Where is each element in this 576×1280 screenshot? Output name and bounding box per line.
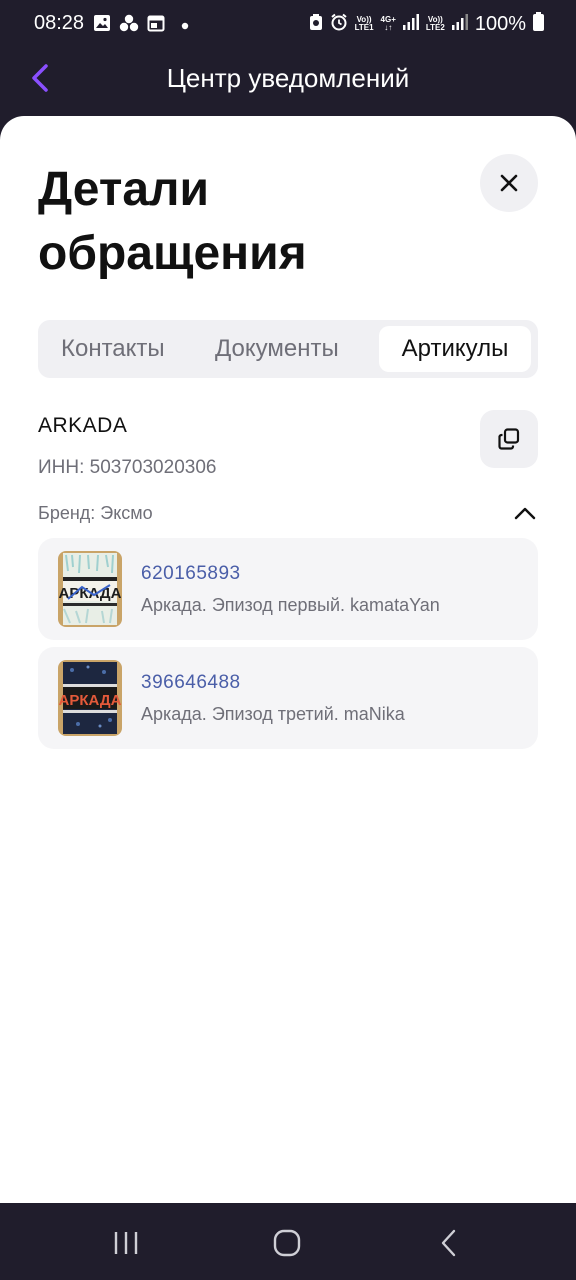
product-card[interactable]: АРКАДА 396646488 Аркада. Эпизод третий. …: [38, 647, 538, 749]
recent-apps-icon: [114, 1232, 138, 1254]
cover-title: АРКАДА: [59, 692, 122, 709]
app-header: Центр уведомлений: [0, 48, 576, 116]
brand-label: Бренд: Эксмо: [38, 503, 153, 523]
book-cover-image: АРКАДА: [58, 660, 122, 736]
system-back-button[interactable]: [429, 1227, 469, 1259]
sim2-label: Vo)) LTE2: [426, 16, 445, 32]
gallery-icon: [93, 14, 111, 37]
copy-button[interactable]: [480, 410, 538, 468]
sim1-bottom: LTE1: [354, 23, 374, 32]
tab-articles[interactable]: Артикулы: [379, 326, 531, 372]
tab-bar: Контакты Документы Артикулы: [38, 320, 538, 378]
copy-icon: [498, 428, 520, 450]
product-name: Аркада. Эпизод первый. kamataYan: [141, 595, 440, 615]
battery-percent: 100%: [474, 12, 526, 35]
status-time: 08:28: [34, 12, 85, 34]
page-title: Детали обращения: [38, 163, 307, 280]
book-cover-image: АРКАДА: [58, 551, 122, 627]
header-title: Центр уведомлений: [166, 63, 410, 93]
nav-back-icon: [441, 1229, 456, 1257]
status-right: Vo)) LTE1 4G+ ↓↑ Vo)) LTE2 100%: [309, 12, 544, 36]
data-saver-icon: [309, 13, 323, 36]
signal-icon: [451, 13, 468, 35]
recent-apps-button[interactable]: [106, 1227, 146, 1259]
home-button[interactable]: [267, 1227, 307, 1259]
seller-name: ARKADA: [38, 414, 128, 437]
notification-dot-icon: [181, 17, 189, 35]
network-4g-label: 4G+ ↓↑: [381, 16, 396, 32]
dots-cluster-icon: [119, 14, 139, 37]
status-bar: 08:28 Vo)) LTE1 4G+ ↓↑ Vo)) LTE2 100%: [0, 0, 576, 48]
battery-icon: [533, 12, 544, 36]
sim1-label: Vo)) LTE1: [355, 16, 374, 32]
tab-documents[interactable]: Документы: [215, 320, 339, 378]
tab-contacts[interactable]: Контакты: [61, 320, 165, 378]
product-sku-link[interactable]: 620165893: [141, 563, 241, 585]
calendar-icon: [147, 14, 165, 37]
status-left-icons: [93, 14, 189, 37]
brand-collapse-toggle[interactable]: [508, 498, 542, 528]
product-name: Аркада. Эпизод третий. maNika: [141, 704, 405, 724]
details-sheet: Детали обращения Контакты Документы Арти…: [0, 116, 576, 1203]
home-icon: [273, 1229, 301, 1257]
seller-inn: ИНН: 503703020306: [38, 457, 217, 478]
signal-icon: [402, 13, 419, 35]
close-button[interactable]: [480, 154, 538, 212]
arrows-icon: ↓↑: [384, 23, 393, 32]
product-sku-link[interactable]: 396646488: [141, 672, 241, 694]
chevron-up-icon: [514, 507, 536, 520]
close-icon: [500, 174, 518, 192]
product-card[interactable]: АРКАДА 620165893 Аркада. Эпизод первый. …: [38, 538, 538, 640]
system-nav-bar: [0, 1203, 576, 1280]
sim2-bottom: LTE2: [425, 23, 445, 32]
alarm-icon: [330, 13, 348, 36]
